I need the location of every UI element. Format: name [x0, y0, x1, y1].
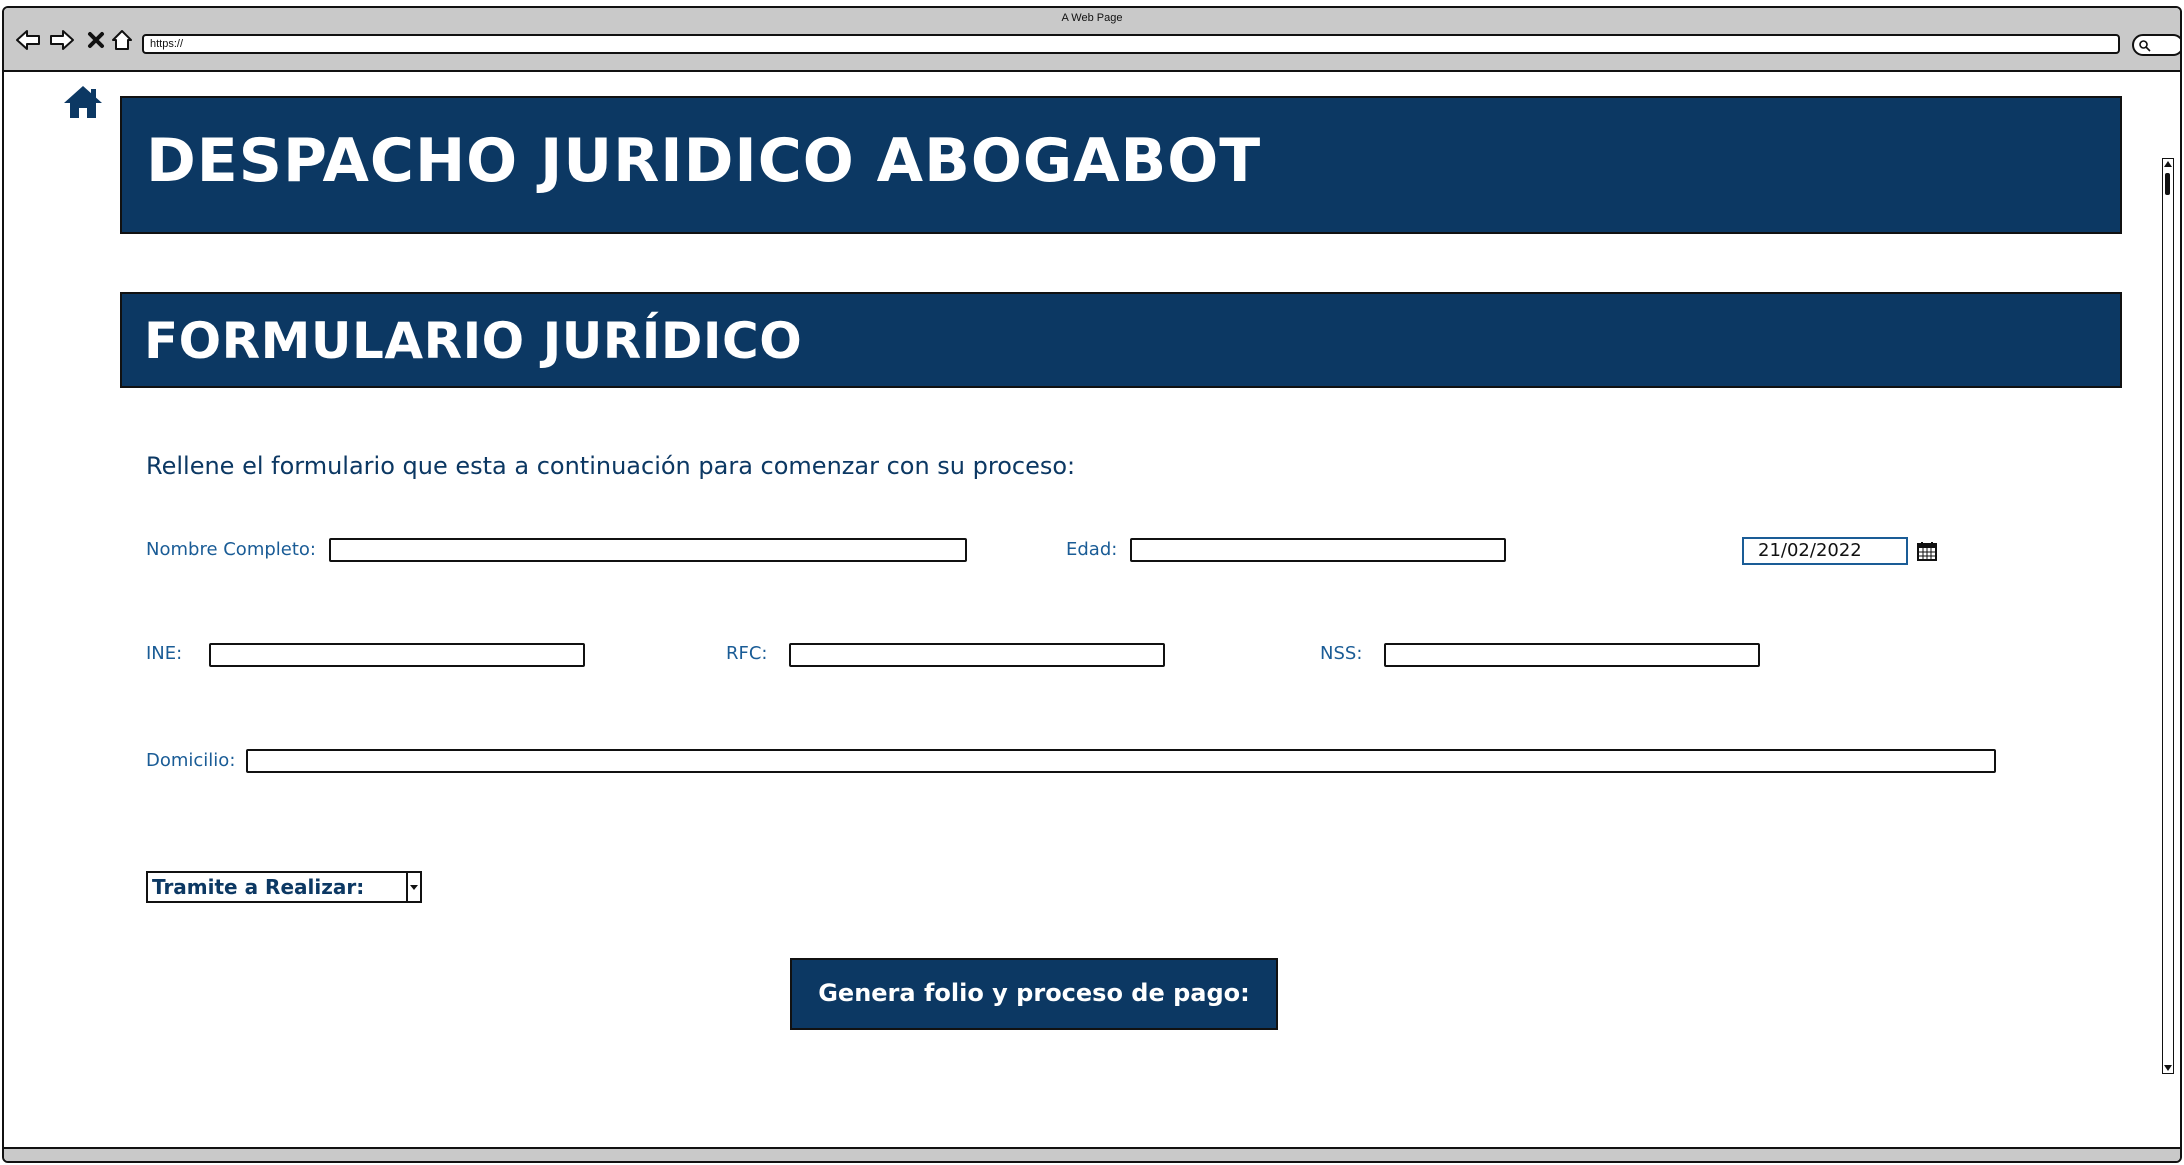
brand-banner: DESPACHO JURIDICO ABOGABOT — [120, 96, 2122, 234]
calendar-icon[interactable] — [1916, 540, 1938, 566]
back-arrow-icon[interactable] — [14, 26, 42, 54]
domicilio-label: Domicilio: — [146, 750, 236, 771]
home-nav-icon[interactable] — [108, 26, 136, 54]
scroll-down-arrow-icon[interactable] — [2164, 1065, 2172, 1071]
form-title: FORMULARIO JURÍDICO — [144, 312, 803, 370]
browser-chrome: A Web Page https:// — [4, 8, 2180, 72]
browser-search-button[interactable] — [2132, 34, 2180, 56]
domicilio-input[interactable] — [246, 749, 1996, 773]
scroll-thumb[interactable] — [2165, 173, 2170, 195]
nss-label: NSS: — [1320, 643, 1363, 664]
nombre-label: Nombre Completo: — [146, 539, 316, 560]
rfc-input[interactable] — [789, 643, 1165, 667]
browser-status-bar — [4, 1147, 2180, 1161]
edad-label: Edad: — [1066, 539, 1118, 560]
vertical-scrollbar[interactable] — [2162, 158, 2174, 1074]
rfc-label: RFC: — [726, 643, 768, 664]
ine-label: INE: — [146, 643, 183, 664]
url-input[interactable]: https:// — [142, 34, 2120, 54]
forward-arrow-icon[interactable] — [48, 26, 76, 54]
nss-input[interactable] — [1384, 643, 1760, 667]
chevron-down-icon[interactable] — [406, 873, 420, 901]
home-icon[interactable] — [62, 84, 104, 124]
date-input[interactable]: 21/02/2022 — [1742, 537, 1908, 565]
tramite-select[interactable]: Tramite a Realizar: — [146, 871, 422, 903]
tramite-select-value: Tramite a Realizar: — [152, 875, 365, 899]
close-icon[interactable] — [82, 26, 110, 54]
genera-folio-button[interactable]: Genera folio y proceso de pago: — [790, 958, 1278, 1030]
form-instructions: Rellene el formulario que esta a continu… — [146, 452, 1076, 480]
nombre-completo-input[interactable] — [329, 538, 967, 562]
scroll-up-arrow-icon[interactable] — [2164, 161, 2172, 167]
brand-title: DESPACHO JURIDICO ABOGABOT — [146, 126, 1262, 196]
window-title: A Web Page — [1061, 12, 1123, 24]
edad-input[interactable] — [1130, 538, 1506, 562]
form-title-banner: FORMULARIO JURÍDICO — [120, 292, 2122, 388]
search-icon — [2139, 40, 2151, 52]
ine-input[interactable] — [209, 643, 585, 667]
